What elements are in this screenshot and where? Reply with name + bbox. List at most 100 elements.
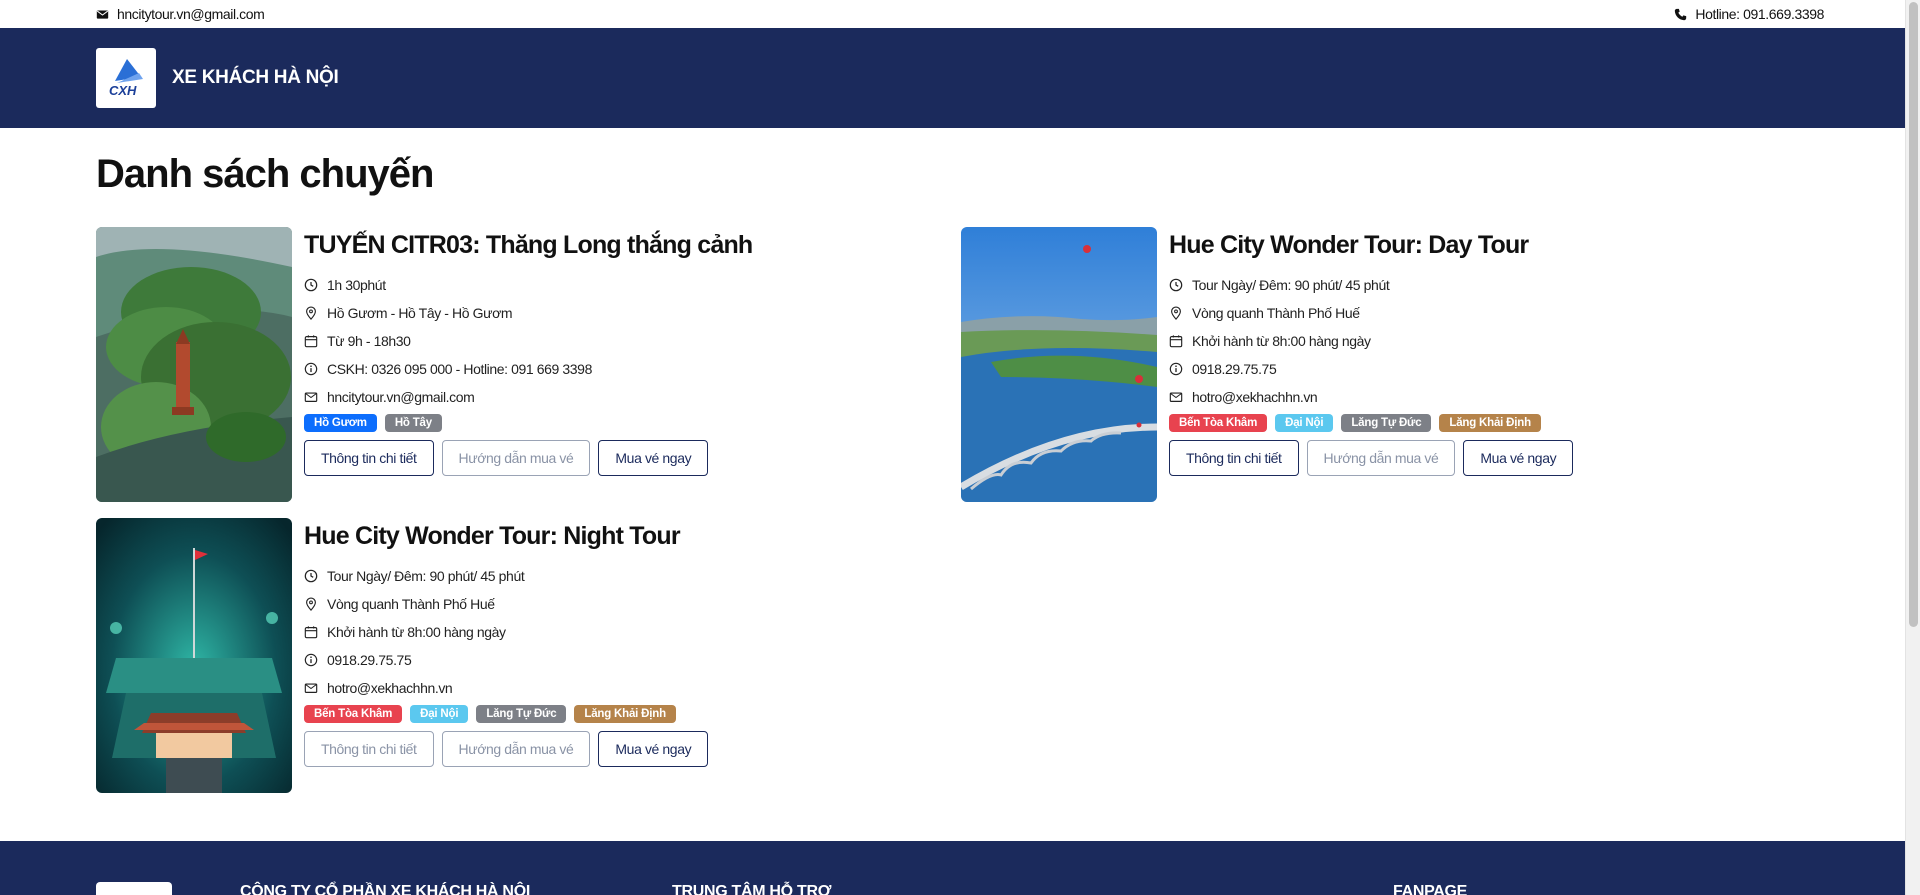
calendar-icon: [304, 626, 318, 639]
topbar-hotline-text: Hotline: 091.669.3398: [1695, 6, 1824, 22]
info-icon: [304, 362, 318, 376]
tag-badge[interactable]: Lăng Tự Đức: [476, 705, 567, 723]
buy-ticket-button[interactable]: Mua vé ngay: [1463, 440, 1574, 476]
buying-guide-button[interactable]: Hướng dẫn mua vé: [1306, 440, 1456, 476]
site-brand-name[interactable]: XE KHÁCH HÀ NỘI: [172, 67, 339, 89]
citadel-night-image: [96, 518, 292, 793]
tour-card: Hue City Wonder Tour: Day Tour Tour Ngày…: [961, 227, 1826, 502]
detail-button[interactable]: Thông tin chi tiết: [304, 440, 434, 476]
tour-contact-text: 0918.29.75.75: [327, 652, 412, 668]
tour-duration: Tour Ngày/ Đêm: 90 phút/ 45 phút: [304, 562, 708, 590]
map-pin-icon: [306, 306, 316, 320]
tour-email-text: hotro@xekhachhn.vn: [327, 680, 453, 696]
tag-badge[interactable]: Hồ Gươm: [304, 414, 377, 432]
buy-ticket-button[interactable]: Mua vé ngay: [598, 731, 709, 767]
tour-grid: TUYẾN CITR03: Thăng Long thắng cảnh 1h 3…: [96, 227, 1824, 793]
tag-badge[interactable]: Lăng Tự Đức: [1341, 414, 1432, 432]
tour-title[interactable]: TUYẾN CITR03: Thăng Long thắng cảnh: [304, 231, 753, 260]
tour-schedule: Khởi hành từ 8h:00 hàng ngày: [304, 618, 708, 646]
tour-schedule-text: Khởi hành từ 8h:00 hàng ngày: [327, 624, 506, 640]
clock-icon: [304, 569, 318, 583]
tour-email: hncitytour.vn@gmail.com: [304, 383, 752, 411]
map-pin-icon: [306, 597, 316, 611]
envelope-icon: [304, 683, 318, 693]
tour-contact: CSKH: 0326 095 000 - Hotline: 091 669 33…: [304, 355, 752, 383]
tour-duration-text: 1h 30phút: [327, 277, 386, 293]
tour-email: hotro@xekhachhn.vn: [1169, 383, 1573, 411]
detail-button[interactable]: Thông tin chi tiết: [304, 731, 434, 767]
tour-schedule-text: Khởi hành từ 8h:00 hàng ngày: [1192, 333, 1371, 349]
tag-badge[interactable]: Đại Nội: [1275, 414, 1334, 432]
tour-title[interactable]: Hue City Wonder Tour: Night Tour: [304, 522, 708, 551]
tour-schedule: Khởi hành từ 8h:00 hàng ngày: [1169, 327, 1573, 355]
footer-support-heading: TRUNG TÂM HỖ TRỢ: [672, 883, 832, 895]
tour-title[interactable]: Hue City Wonder Tour: Day Tour: [1169, 231, 1573, 260]
detail-button[interactable]: Thông tin chi tiết: [1169, 440, 1299, 476]
calendar-icon: [1169, 335, 1183, 348]
top-contact-bar: hncitytour.vn@gmail.com Hotline: 091.669…: [0, 0, 1920, 28]
tag-badge[interactable]: Đại Nội: [410, 705, 469, 723]
phone-icon: [1675, 8, 1687, 20]
buying-guide-button[interactable]: Hướng dẫn mua vé: [441, 731, 591, 767]
site-header: CXH XE KHÁCH HÀ NỘI: [0, 28, 1920, 128]
tag-badge[interactable]: Lăng Khải Định: [574, 705, 676, 723]
tour-list-page: Danh sách chuyến TUYẾN CITR03: Thăng Lon…: [0, 128, 1920, 793]
tour-actions: Thông tin chi tiết Hướng dẫn mua vé Mua …: [1169, 440, 1574, 476]
envelope-icon: [96, 9, 109, 19]
tour-contact-text: 0918.29.75.75: [1192, 361, 1277, 377]
tour-contact-text: CSKH: 0326 095 000 - Hotline: 091 669 33…: [327, 361, 592, 377]
clock-icon: [304, 278, 318, 292]
tour-duration-text: Tour Ngày/ Đêm: 90 phút/ 45 phút: [1192, 277, 1390, 293]
tour-tags: Bến Tòa Khâm Đại Nội Lăng Tự Đức Lăng Kh…: [304, 705, 708, 723]
info-icon: [304, 653, 318, 667]
tour-image-hue-day[interactable]: [961, 227, 1157, 502]
tour-card: Hue City Wonder Tour: Night Tour Tour Ng…: [96, 518, 961, 793]
pagoda-lake-image: [96, 227, 292, 502]
envelope-icon: [304, 392, 318, 402]
tour-duration-text: Tour Ngày/ Đêm: 90 phút/ 45 phút: [327, 568, 525, 584]
river-bridge-image: [961, 227, 1157, 502]
tag-badge[interactable]: Bến Tòa Khâm: [1169, 414, 1268, 432]
tour-contact: 0918.29.75.75: [1169, 355, 1573, 383]
tour-actions: Thông tin chi tiết Hướng dẫn mua vé Mua …: [304, 440, 752, 476]
site-footer: CÔNG TY CỔ PHẦN XE KHÁCH HÀ NỘI TRUNG TÂ…: [0, 841, 1905, 895]
topbar-email[interactable]: hncitytour.vn@gmail.com: [96, 6, 265, 22]
tour-duration: Tour Ngày/ Đêm: 90 phút/ 45 phút: [1169, 271, 1573, 299]
tour-image-hue-night[interactable]: [96, 518, 292, 793]
tour-schedule-text: Từ 9h - 18h30: [327, 333, 411, 349]
scrollbar-thumb[interactable]: [1909, 2, 1918, 627]
tag-badge[interactable]: Bến Tòa Khâm: [304, 705, 403, 723]
tour-route-text: Vòng quanh Thành Phố Huế: [327, 596, 495, 612]
calendar-icon: [304, 335, 318, 348]
tour-email-text: hotro@xekhachhn.vn: [1192, 389, 1318, 405]
tour-tags: Bến Tòa Khâm Đại Nội Lăng Tự Đức Lăng Kh…: [1169, 414, 1573, 432]
tour-info: TUYẾN CITR03: Thăng Long thắng cảnh 1h 3…: [304, 227, 753, 502]
page-title: Danh sách chuyến: [96, 152, 434, 196]
tour-tags: Hồ Gươm Hồ Tây: [304, 414, 752, 432]
footer-fanpage-heading: FANPAGE: [1393, 883, 1468, 895]
tour-contact: 0918.29.75.75: [304, 646, 708, 674]
tour-route-text: Hồ Gươm - Hồ Tây - Hồ Gươm: [327, 305, 513, 321]
site-logo[interactable]: CXH: [96, 48, 156, 108]
tour-image-hanoi[interactable]: [96, 227, 292, 502]
tag-badge[interactable]: Hồ Tây: [384, 414, 442, 432]
tour-route-text: Vòng quanh Thành Phố Huế: [1192, 305, 1360, 321]
logo-mark-icon: CXH: [109, 59, 143, 98]
footer-logo[interactable]: [96, 882, 172, 895]
topbar-hotline[interactable]: Hotline: 091.669.3398: [1674, 6, 1824, 22]
buying-guide-button[interactable]: Hướng dẫn mua vé: [441, 440, 591, 476]
tag-badge[interactable]: Lăng Khải Định: [1439, 414, 1541, 432]
topbar-email-text: hncitytour.vn@gmail.com: [117, 6, 265, 22]
tour-email: hotro@xekhachhn.vn: [304, 674, 708, 702]
tour-info: Hue City Wonder Tour: Night Tour Tour Ng…: [304, 518, 709, 793]
tour-route: Hồ Gươm - Hồ Tây - Hồ Gươm: [304, 299, 752, 327]
page-scrollbar[interactable]: [1905, 0, 1920, 895]
envelope-icon: [1169, 392, 1183, 402]
buy-ticket-button[interactable]: Mua vé ngay: [598, 440, 709, 476]
tour-info: Hue City Wonder Tour: Day Tour Tour Ngày…: [1169, 227, 1574, 502]
tour-route: Vòng quanh Thành Phố Huế: [304, 590, 708, 618]
tour-actions: Thông tin chi tiết Hướng dẫn mua vé Mua …: [304, 731, 709, 767]
tour-schedule: Từ 9h - 18h30: [304, 327, 752, 355]
clock-icon: [1169, 278, 1183, 292]
tour-duration: 1h 30phút: [304, 271, 752, 299]
